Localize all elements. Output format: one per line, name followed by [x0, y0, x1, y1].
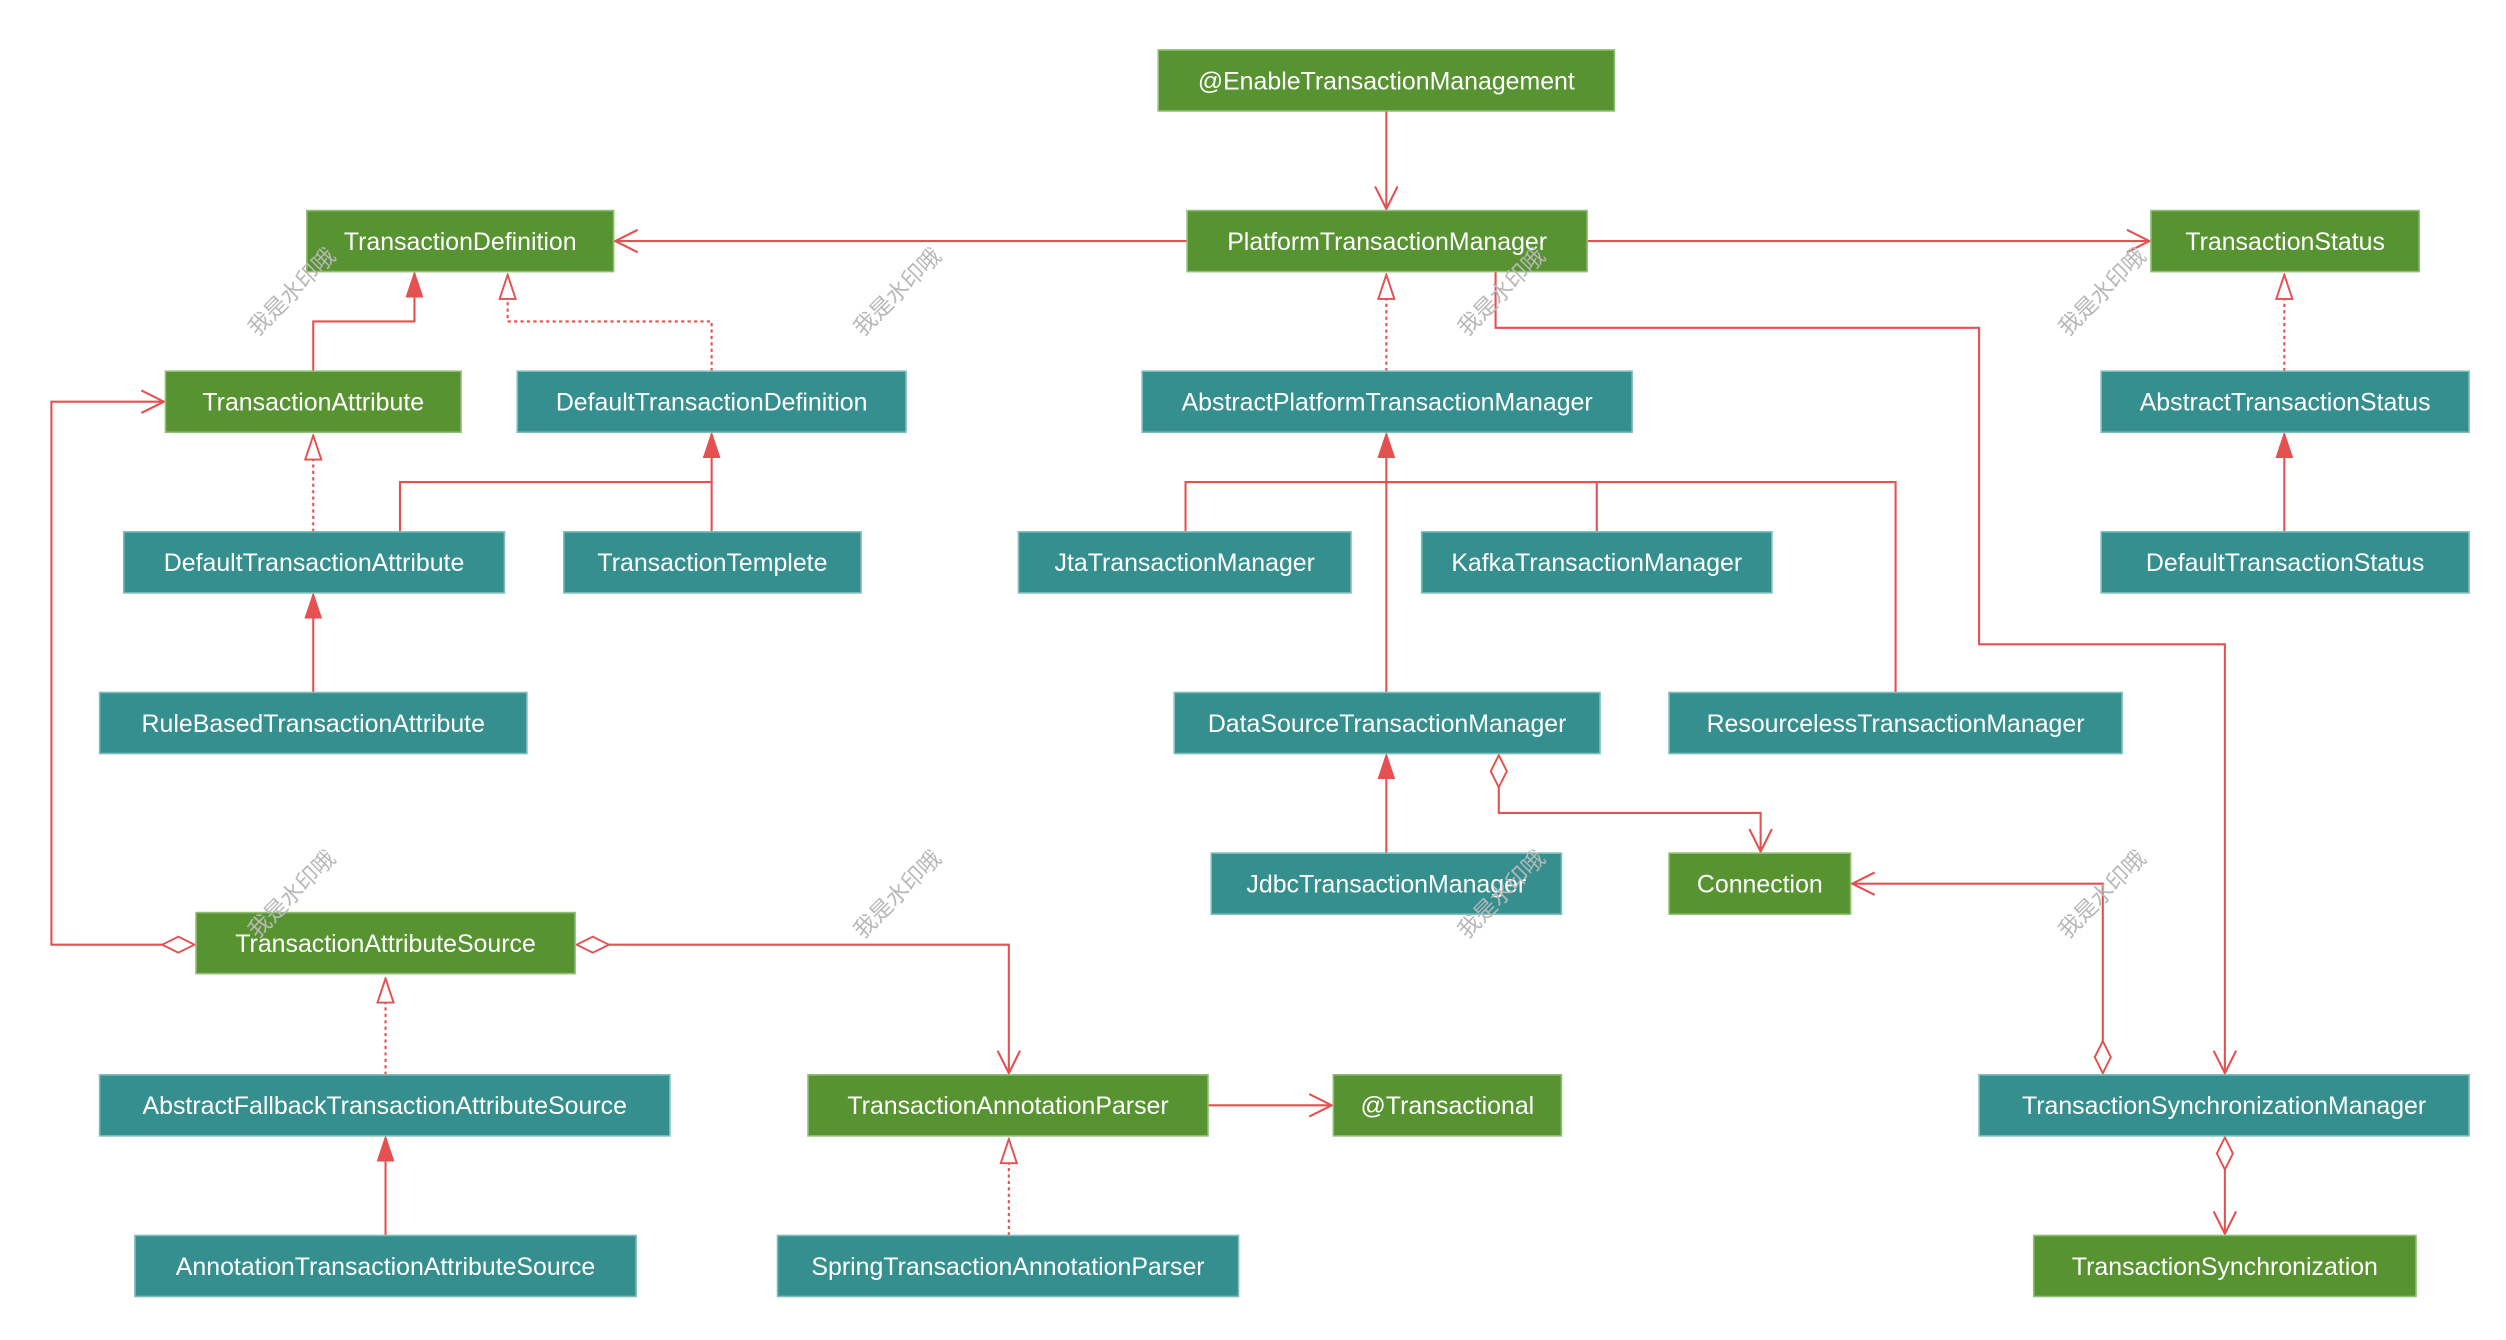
- class-diagram: @EnableTransactionManagement TransactionD…: [50, 49, 2470, 1298]
- class-node-aptm[interactable]: AbstractPlatformTransactionManager: [1141, 370, 1633, 434]
- edge-generalization-jta-to-aptm: [1184, 481, 1387, 532]
- class-node-atas[interactable]: AnnotationTransactionAttributeSource: [134, 1234, 637, 1298]
- class-node-label: SpringTransactionAnnotationParser: [811, 1253, 1204, 1281]
- class-node-ta[interactable]: TransactionAttribute: [164, 370, 462, 434]
- class-node-tsync[interactable]: TransactionSynchronization: [2032, 1234, 2417, 1298]
- class-node-label: AbstractTransactionStatus: [2140, 389, 2431, 417]
- class-node-label: TransactionAnnotationParser: [847, 1092, 1168, 1120]
- edge-generalization-kafka-to-aptm: [1386, 481, 1598, 532]
- watermark-text: 我是水印哦: [849, 243, 947, 341]
- class-node-label: DefaultTransactionDefinition: [556, 389, 868, 417]
- class-node-label: RuleBasedTransactionAttribute: [142, 710, 485, 738]
- class-node-label: @EnableTransactionManagement: [1198, 67, 1575, 95]
- nodes-layer: @EnableTransactionManagement TransactionD…: [98, 49, 2470, 1298]
- class-node-label: Connection: [1697, 870, 1823, 898]
- class-node-tx[interactable]: @Transactional: [1332, 1074, 1563, 1137]
- class-node-rtm[interactable]: ResourcelessTransactionManager: [1668, 691, 2123, 755]
- class-node-label: TransactionSynchronizationManager: [2022, 1092, 2426, 1120]
- class-node-label: TransactionAttributeSource: [235, 930, 535, 958]
- class-node-label: TransactionDefinition: [344, 228, 577, 256]
- watermark-text: 我是水印哦: [2054, 243, 2152, 341]
- class-node-label: DataSourceTransactionManager: [1208, 710, 1567, 738]
- edges-layer: [50, 110, 2284, 1236]
- watermark-text: 我是水印哦: [849, 846, 947, 944]
- watermark-text: 我是水印哦: [243, 243, 341, 341]
- edge-aggregation-tas-to-tap: [577, 945, 1009, 1074]
- class-node-jta[interactable]: JtaTransactionManager: [1017, 531, 1352, 594]
- class-node-label: TransactionAttribute: [202, 389, 424, 417]
- class-node-label: DefaultTransactionStatus: [2146, 549, 2424, 577]
- class-node-tt[interactable]: TransactionTemplete: [563, 531, 862, 594]
- class-node-dts[interactable]: DefaultTransactionStatus: [2100, 531, 2470, 594]
- class-node-label: AbstractPlatformTransactionManager: [1182, 389, 1593, 417]
- class-node-label: TransactionSynchronization: [2072, 1253, 2378, 1281]
- class-node-label: DefaultTransactionAttribute: [164, 549, 465, 577]
- edge-aggregation-dstm-to-conn: [1499, 755, 1761, 851]
- edge-realization-dtd-to-td: [508, 275, 713, 372]
- class-node-label: KafkaTransactionManager: [1451, 549, 1742, 577]
- class-node-label: TransactionTemplete: [597, 549, 827, 577]
- class-node-stap[interactable]: SpringTransactionAnnotationParser: [776, 1234, 1240, 1298]
- class-node-kafka[interactable]: KafkaTransactionManager: [1420, 531, 1773, 594]
- class-node-aftas[interactable]: AbstractFallbackTransactionAttributeSour…: [98, 1074, 671, 1137]
- class-node-tap[interactable]: TransactionAnnotationParser: [807, 1074, 1209, 1137]
- class-node-label: PlatformTransactionManager: [1227, 228, 1547, 256]
- class-node-label: TransactionStatus: [2185, 228, 2385, 256]
- class-node-conn[interactable]: Connection: [1668, 852, 1852, 915]
- class-node-dtd[interactable]: DefaultTransactionDefinition: [516, 370, 907, 434]
- class-node-td[interactable]: TransactionDefinition: [306, 209, 615, 273]
- class-node-tsm[interactable]: TransactionSynchronizationManager: [1978, 1074, 2470, 1137]
- class-node-label: AbstractFallbackTransactionAttributeSour…: [143, 1092, 627, 1120]
- edge-generalization-ta-to-td: [312, 273, 414, 372]
- class-node-label: @Transactional: [1361, 1092, 1535, 1120]
- class-node-enable[interactable]: @EnableTransactionManagement: [1157, 49, 1616, 112]
- edge-aggregation-tas-to-ta: [50, 402, 194, 945]
- class-node-rbta[interactable]: RuleBasedTransactionAttribute: [98, 691, 528, 755]
- class-node-label: AnnotationTransactionAttributeSource: [176, 1253, 595, 1281]
- class-node-ts[interactable]: TransactionStatus: [2150, 209, 2421, 273]
- class-node-ats[interactable]: AbstractTransactionStatus: [2100, 370, 2470, 434]
- class-node-label: JtaTransactionManager: [1055, 549, 1315, 577]
- class-node-dstm[interactable]: DataSourceTransactionManager: [1173, 691, 1601, 755]
- edge-generalization-dta-to-dtd: [398, 481, 712, 532]
- class-node-label: ResourcelessTransactionManager: [1707, 710, 2085, 738]
- class-node-dta[interactable]: DefaultTransactionAttribute: [122, 531, 506, 594]
